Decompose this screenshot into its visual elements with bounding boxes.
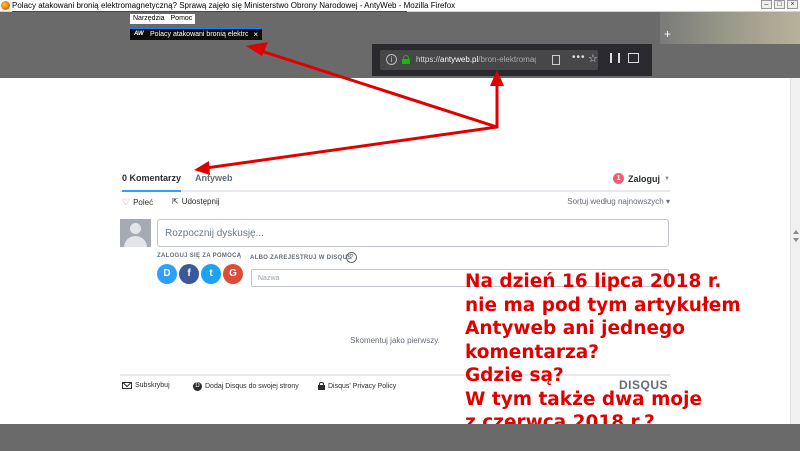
close-window-button[interactable]: ×	[787, 0, 798, 9]
tab-close-icon[interactable]: ×	[253, 29, 258, 40]
help-icon[interactable]: ?	[346, 252, 357, 263]
login-menu[interactable]: 1 Zaloguj ▼	[613, 173, 670, 184]
name-placeholder: Nazwa	[258, 275, 280, 282]
composer-placeholder: Rozpocznij dyskusję...	[165, 228, 264, 239]
notification-badge: 1	[613, 173, 625, 184]
annotation-line: nie ma pod tym artykułem	[465, 294, 741, 316]
info-icon[interactable]: i	[386, 54, 397, 65]
thread-actions: ♡ Poleć ⇱ Udostępnij Sortuj według najnows…	[120, 197, 670, 211]
annotation-line: Na dzień 16 lipca 2018 r.	[465, 271, 722, 292]
add-disqus-link[interactable]: D Dodaj Disqus do swojej strony	[193, 382, 299, 391]
url-bar[interactable]: i https://antyweb.pl/bron-elektromagnety…	[380, 50, 598, 70]
maximize-button[interactable]: □	[774, 0, 785, 9]
page-actions-icon[interactable]: •••	[572, 52, 586, 63]
social-login-label: ZALOGUJ SIĘ ZA POMOCĄ	[157, 253, 242, 259]
sort-dropdown[interactable]: Sortuj według najnowszych ▾	[567, 197, 670, 206]
antyweb-favicon-icon: AW	[134, 31, 144, 37]
tab-label: Polacy atakowani bronią elektromagnetycz…	[150, 31, 248, 38]
tab-article[interactable]: AW Polacy atakowani bronią elektromagnet…	[130, 28, 262, 40]
menu-help[interactable]: Pomoc	[171, 14, 193, 24]
google-login-icon[interactable]: G	[223, 264, 243, 284]
window-title: Polacy atakowani bronią elektromagnetycz…	[12, 1, 456, 10]
avatar	[120, 219, 151, 247]
nav-bar: i https://antyweb.pl/bron-elektromagnety…	[372, 44, 800, 76]
window-titlebar: Polacy atakowani bronią elektromagnetycz…	[0, 0, 800, 13]
share-button[interactable]: ⇱ Udostępnij	[172, 197, 220, 206]
library-icon[interactable]	[610, 53, 620, 63]
mail-icon	[122, 382, 132, 389]
chevron-down-icon: ▼	[664, 175, 670, 182]
browser-chrome: Narzędzia Pomoc AW Polacy atakowani bron…	[0, 12, 800, 78]
annotation-line: Gdzie są?	[465, 365, 564, 386]
privacy-policy-link[interactable]: Disqus' Privacy Policy	[318, 382, 396, 390]
annotation-line: Antyweb ani jednego	[465, 318, 685, 339]
heart-icon: ♡	[122, 197, 131, 207]
disqus-login-icon[interactable]: D	[157, 264, 177, 284]
disqus-icon: D	[193, 382, 202, 391]
login-label[interactable]: Zaloguj	[628, 174, 660, 184]
redacted-toolbar	[652, 44, 800, 76]
menu-bar: Narzędzia Pomoc	[130, 14, 196, 24]
scroll-up-icon[interactable]	[793, 230, 799, 234]
menu-tools[interactable]: Narzędzia	[133, 14, 165, 24]
lock-icon	[402, 55, 410, 64]
window-controls: – □ ×	[761, 0, 798, 9]
comment-composer[interactable]: Rozpocznij dyskusję...	[157, 219, 669, 247]
subscribe-link[interactable]: Subskrybuj	[122, 382, 170, 389]
twitter-login-icon[interactable]: t	[201, 264, 221, 284]
scroll-down-icon[interactable]	[793, 238, 799, 242]
annotation-text: Na dzień 16 lipca 2018 r. nie ma pod tym…	[465, 270, 795, 435]
new-tab-button[interactable]: +	[664, 28, 671, 40]
minimize-button[interactable]: –	[761, 0, 772, 9]
firefox-icon	[1, 1, 10, 10]
signup-label: ALBO ZAREJESTRUJ W DISQUS	[250, 255, 352, 261]
url-text[interactable]: https://antyweb.pl/bron-elektromagnetycz…	[416, 50, 536, 70]
facebook-login-icon[interactable]: f	[179, 264, 199, 284]
reader-view-icon[interactable]	[552, 55, 560, 65]
sidebar-icon[interactable]	[628, 53, 639, 63]
social-login-buttons: D f t G	[157, 264, 243, 284]
lock-icon	[318, 382, 325, 390]
redacted-bottom-bar	[0, 424, 800, 451]
recommend-button[interactable]: ♡ Poleć	[122, 197, 153, 208]
annotation-line: W tym także dwa moje	[465, 388, 702, 410]
tab-comments[interactable]: 0 Komentarzy	[122, 173, 182, 192]
disqus-nav: 0 Komentarzy Antyweb 1 Zaloguj ▼	[120, 166, 670, 192]
annotation-line: komentarza?	[465, 341, 599, 363]
bookmark-star-icon[interactable]: ☆	[588, 52, 598, 65]
tab-community[interactable]: Antyweb	[195, 173, 233, 183]
share-icon: ⇱	[172, 197, 179, 206]
